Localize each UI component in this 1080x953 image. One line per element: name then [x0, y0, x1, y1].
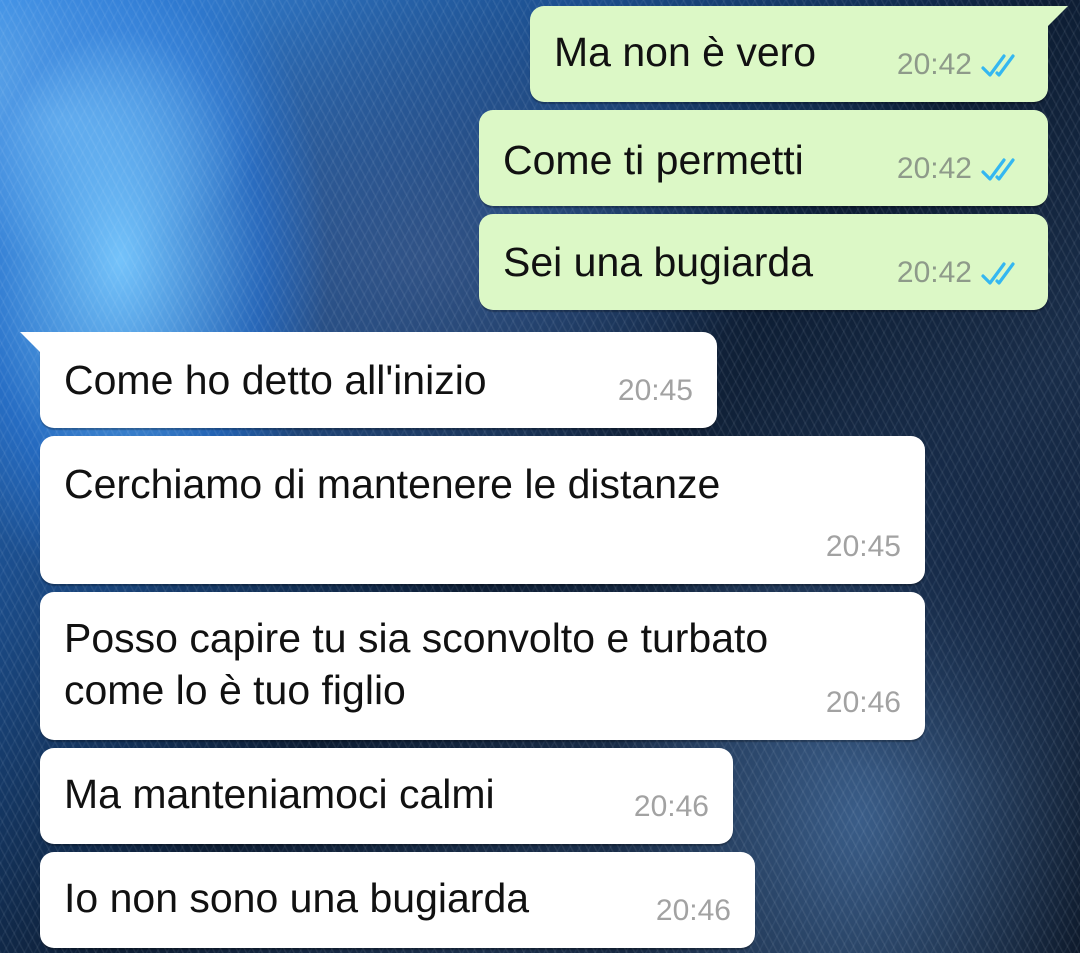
message-text: Cerchiamo di mantenere le distanze	[64, 461, 721, 507]
message-meta: 20:45	[618, 374, 693, 408]
message-time: 20:42	[896, 152, 972, 185]
bubble-tail	[1046, 6, 1068, 28]
outgoing-message[interactable]: Come ti permetti 20:42	[479, 110, 1048, 206]
incoming-message[interactable]: Cerchiamo di mantenere le distanze 20:45	[40, 436, 925, 584]
message-meta: 20:46	[634, 790, 709, 824]
outgoing-message[interactable]: Ma non è vero 20:42	[530, 6, 1068, 102]
message-text: Ma manteniamoci calmi	[64, 771, 495, 817]
message-meta: 20:42	[897, 152, 1024, 186]
message-time: 20:45	[617, 374, 693, 407]
message-meta: 20:46	[656, 894, 731, 928]
message-text: Io non sono una bugiarda	[64, 875, 530, 921]
message-text-line: come lo è tuo figlio	[64, 667, 406, 713]
message-meta: 20:42	[897, 256, 1024, 290]
double-check-read-icon	[981, 54, 1015, 77]
double-check-read-icon	[981, 158, 1015, 181]
message-text: Ma non è vero	[554, 29, 817, 75]
message-meta: 20:46	[826, 686, 901, 720]
message-time: 20:45	[825, 530, 901, 563]
message-time: 20:46	[633, 790, 709, 823]
message-time: 20:42	[896, 48, 972, 81]
outgoing-message[interactable]: Sei una bugiarda 20:42	[479, 214, 1048, 310]
incoming-message[interactable]: Posso capire tu sia sconvolto e turbato …	[40, 592, 925, 740]
message-text: Come ho detto all'inizio	[64, 357, 487, 403]
incoming-message[interactable]: Io non sono una bugiarda 20:46	[40, 852, 755, 948]
message-time: 20:46	[825, 686, 901, 719]
message-text-line: Posso capire tu sia sconvolto e turbato	[64, 615, 769, 661]
incoming-message[interactable]: Ma manteniamoci calmi 20:46	[40, 748, 733, 844]
conversation[interactable]: Ma non è vero 20:42 Come ti permetti 20:…	[0, 0, 1080, 953]
message-meta: 20:45	[826, 530, 901, 564]
message-text: Come ti permetti	[503, 137, 804, 183]
message-meta: 20:42	[897, 48, 1024, 82]
incoming-message[interactable]: Come ho detto all'inizio 20:45	[20, 332, 717, 428]
message-time: 20:46	[655, 894, 731, 927]
message-time: 20:42	[896, 256, 972, 289]
double-check-read-icon	[981, 262, 1015, 285]
message-text: Sei una bugiarda	[503, 239, 814, 285]
bubble-tail	[20, 332, 42, 354]
